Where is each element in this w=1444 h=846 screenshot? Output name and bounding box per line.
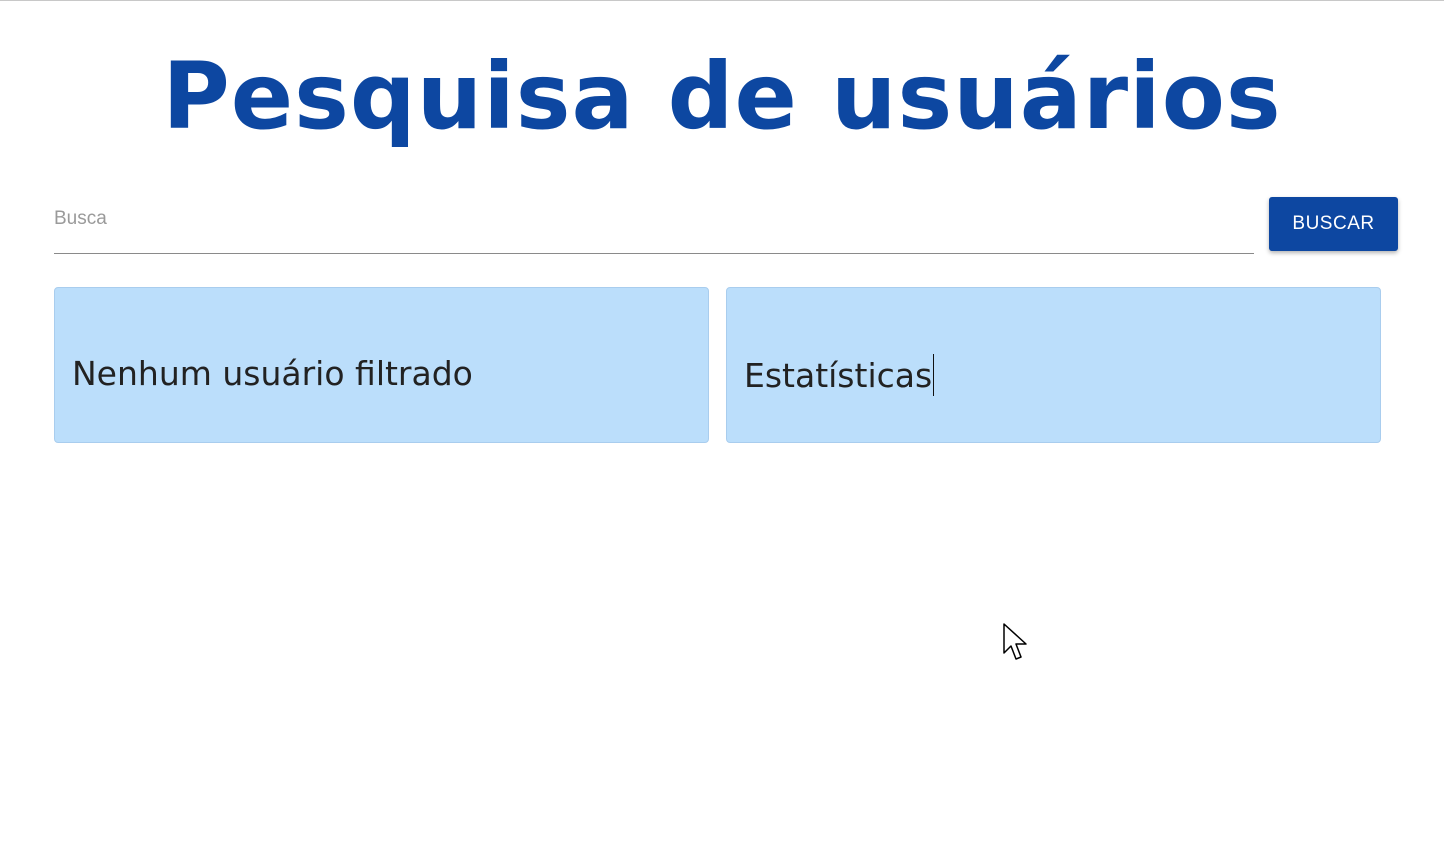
search-button[interactable]: BUSCAR xyxy=(1269,197,1398,251)
statistics-title-line: Estatísticas xyxy=(744,354,935,396)
users-result-card: Nenhum usuário filtrado xyxy=(54,287,709,443)
search-input[interactable] xyxy=(54,205,1250,233)
top-border xyxy=(0,0,1444,1)
arrow-pointer-icon xyxy=(1003,623,1027,660)
users-result-text: Nenhum usuário filtrado xyxy=(72,354,473,393)
search-row: BUSCAR xyxy=(54,197,1398,254)
statistics-card: Estatísticas xyxy=(726,287,1381,443)
search-field xyxy=(54,197,1254,254)
page-title: Pesquisa de usuários xyxy=(162,43,1282,150)
statistics-title: Estatísticas xyxy=(744,356,933,395)
text-caret xyxy=(933,354,935,396)
